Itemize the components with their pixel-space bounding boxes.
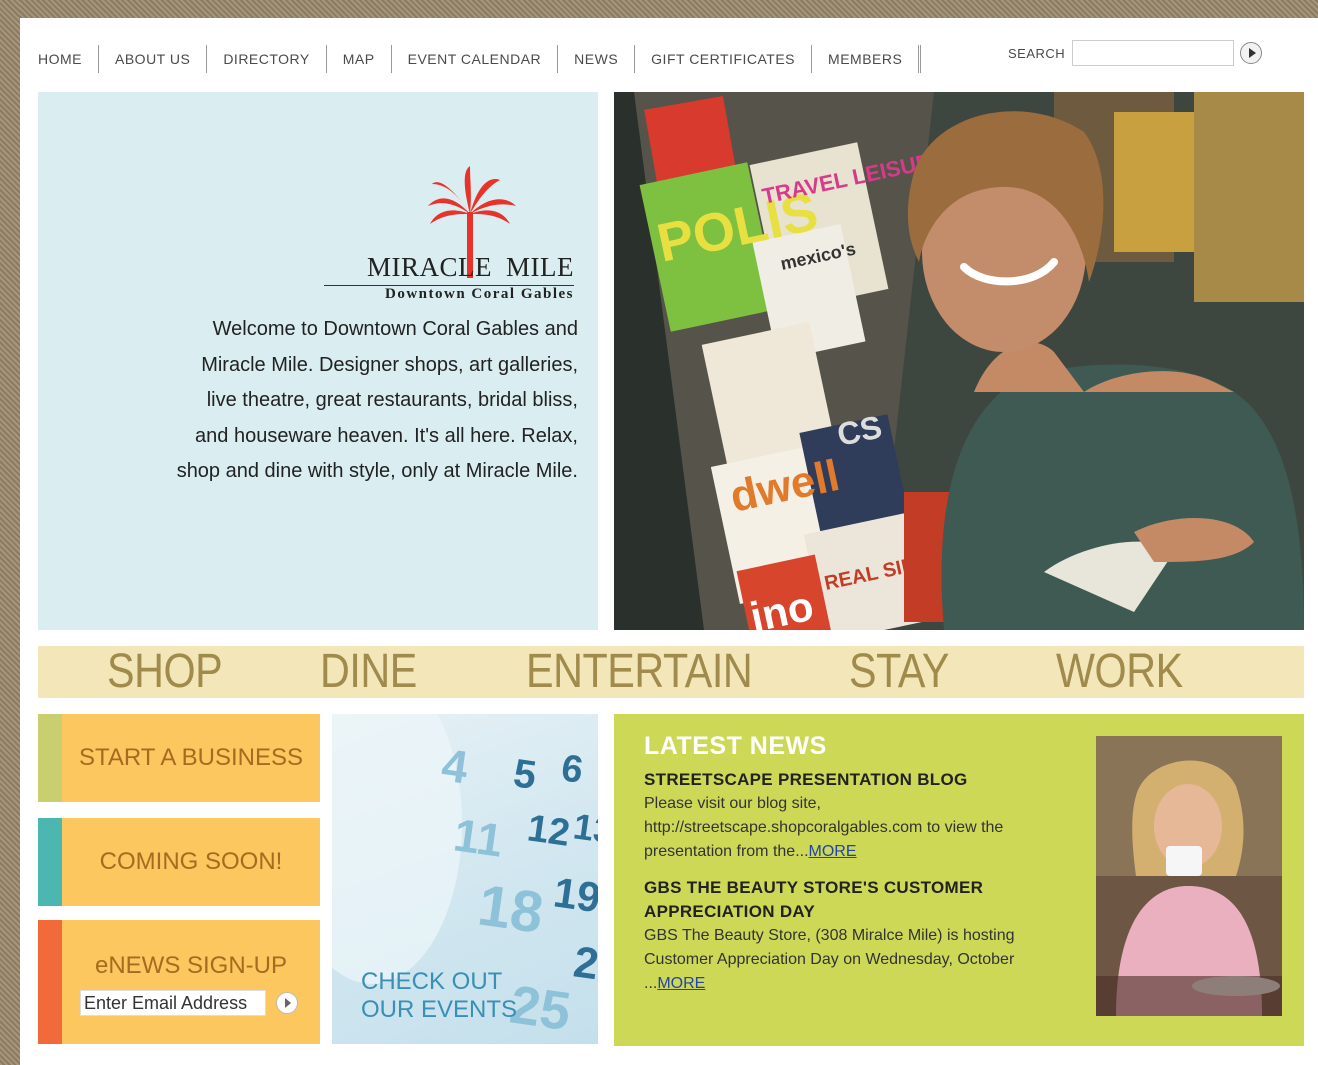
category-stay[interactable]: STAY: [849, 646, 949, 698]
page: HOME ABOUT US DIRECTORY MAP EVENT CALEND…: [20, 18, 1318, 1065]
category-shop[interactable]: SHOP: [107, 646, 223, 698]
category-work[interactable]: WORK: [1056, 646, 1183, 698]
frame-border-left: [0, 0, 20, 1065]
start-a-business-button[interactable]: START A BUSINESS: [38, 714, 320, 802]
check-out-events-line: OUR EVENTS: [361, 996, 518, 1023]
welcome-text: Welcome to Downtown Coral Gables and Mir…: [88, 312, 578, 490]
logo-wordmark: MIRACLE MILE: [324, 252, 574, 286]
logo-word-right: MILE: [506, 252, 574, 282]
miracle-mile-logo[interactable]: MIRACLE MILE Downtown Coral Gables: [324, 166, 574, 306]
search-bar: SEARCH: [1008, 40, 1263, 66]
news-more-link[interactable]: MORE: [809, 843, 857, 860]
news-item: GBS THE BEAUTY STORE'S CUSTOMER APPRECIA…: [644, 876, 1074, 996]
coming-soon-label: COMING SOON!: [99, 848, 283, 875]
category-dine[interactable]: DINE: [320, 646, 417, 698]
calendar-number: 18: [474, 873, 547, 946]
news-headline: GBS THE BEAUTY STORE'S CUSTOMER APPRECIA…: [644, 878, 984, 921]
logo-subtitle: Downtown Coral Gables: [384, 286, 574, 302]
calendar-number: 12: [525, 807, 573, 854]
enews-signup-label: eNEWS SIGN-UP: [94, 952, 288, 979]
enews-signup-box: eNEWS SIGN-UP: [38, 920, 320, 1044]
hero-photo-illustration: POLIS TRAVEL LEISURE mexico's dwell REAL…: [614, 92, 1304, 630]
nav-event-calendar[interactable]: EVENT CALENDAR: [392, 45, 559, 73]
check-out-events-panel[interactable]: 4 5 6 11 12 13 18 19 26 25 CHECK OUT OUR…: [332, 714, 598, 1044]
news-list: STREETSCAPE PRESENTATION BLOG Please vis…: [644, 768, 1074, 1008]
welcome-line: and houseware heaven. It's all here. Rel…: [195, 424, 578, 447]
box-stripe: [38, 818, 62, 906]
nav-directory[interactable]: DIRECTORY: [207, 45, 327, 73]
latest-news-panel: LATEST NEWS STREETSCAPE PRESENTATION BLO…: [614, 714, 1304, 1046]
nav-news[interactable]: NEWS: [558, 45, 636, 73]
search-label: SEARCH: [1008, 45, 1066, 61]
welcome-line: shop and dine with style, only at Miracl…: [176, 460, 578, 482]
box-stripe: [38, 714, 62, 802]
search-go-button[interactable]: [1240, 42, 1263, 64]
nav-home[interactable]: HOME: [38, 45, 99, 73]
start-a-business-label: START A BUSINESS: [78, 744, 304, 771]
logo-word-left: MIRACLE: [367, 252, 493, 282]
check-out-events-text: CHECK OUT OUR EVENTS: [361, 968, 517, 1024]
frame-border-top: [0, 0, 1318, 18]
search-input[interactable]: [1072, 40, 1235, 66]
coming-soon-button[interactable]: COMING SOON!: [38, 818, 320, 906]
email-field[interactable]: [80, 990, 266, 1016]
calendar-number: 11: [451, 808, 506, 866]
news-headline: STREETSCAPE PRESENTATION BLOG: [644, 770, 968, 789]
calendar-number: 6: [559, 747, 586, 792]
nav-map[interactable]: MAP: [327, 45, 392, 73]
welcome-line: Welcome to Downtown Coral Gables and: [212, 318, 578, 340]
calendar-number: 19: [551, 868, 598, 921]
latest-news-title: LATEST NEWS: [644, 732, 827, 760]
news-body: GBS The Beauty Store, (308 Miralce Mile)…: [644, 924, 1074, 996]
hero-photo-woman-magazines: POLIS TRAVEL LEISURE mexico's dwell REAL…: [614, 92, 1304, 630]
category-entertain[interactable]: ENTERTAIN: [526, 646, 753, 698]
nav-about-us[interactable]: ABOUT US: [99, 45, 208, 73]
calendar-number: 13: [571, 805, 598, 851]
email-submit-button[interactable]: [276, 992, 298, 1014]
calendar-number: 26: [571, 937, 598, 992]
top-nav: HOME ABOUT US DIRECTORY MAP EVENT CALEND…: [38, 44, 922, 74]
nav-members[interactable]: MEMBERS: [812, 45, 922, 73]
check-out-events-line: CHECK OUT: [361, 968, 503, 995]
hero-welcome-panel: MIRACLE MILE Downtown Coral Gables Welcom…: [38, 92, 598, 630]
news-photo-woman-coffee: [1096, 736, 1282, 1016]
news-more-link[interactable]: MORE: [657, 975, 705, 992]
nav-gift-certificates[interactable]: GIFT CERTIFICATES: [635, 45, 813, 73]
box-stripe: [38, 920, 62, 1044]
category-bar: SHOP DINE ENTERTAIN STAY WORK: [38, 646, 1304, 698]
news-photo-illustration: [1096, 736, 1282, 1016]
calendar-number: 5: [511, 751, 539, 798]
welcome-line: Miracle Mile. Designer shops, art galler…: [201, 353, 578, 376]
news-item: STREETSCAPE PRESENTATION BLOG Please vis…: [644, 768, 1074, 864]
welcome-line: live theatre, great restaurants, bridal …: [206, 389, 578, 411]
news-body: Please visit our blog site, http://stree…: [644, 792, 1074, 864]
